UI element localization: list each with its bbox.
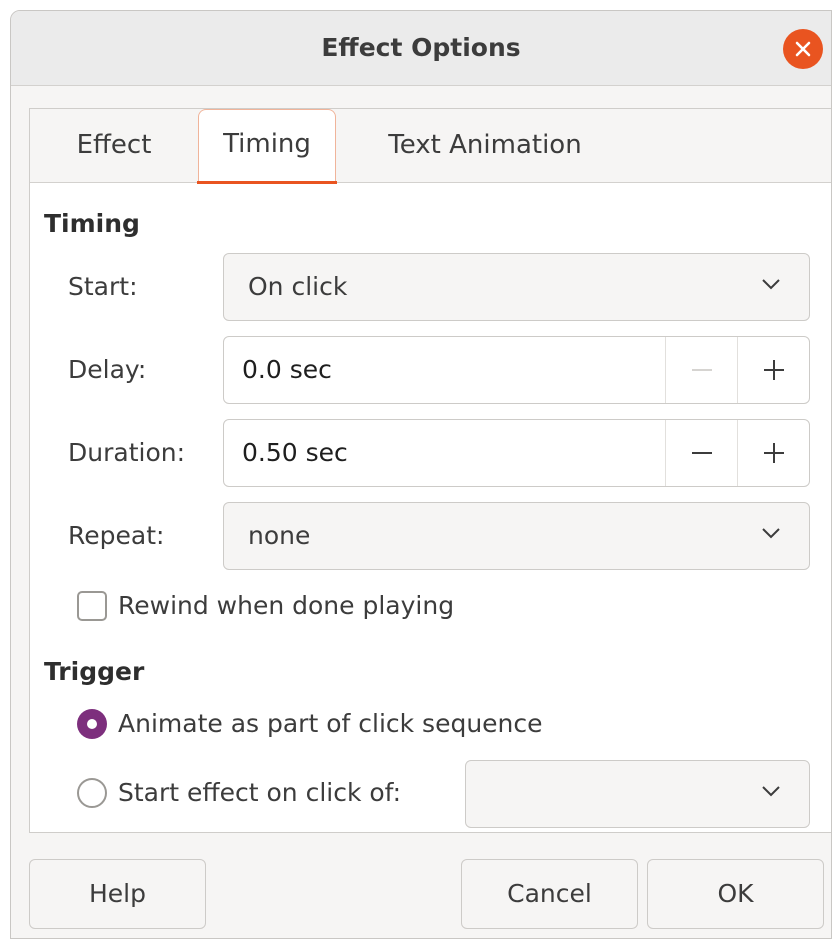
start-dropdown[interactable]: On click — [223, 253, 810, 321]
delay-label: Delay: — [68, 355, 147, 384]
repeat-value: none — [248, 521, 311, 550]
chevron-down-icon — [762, 528, 780, 539]
animate-sequence-label[interactable]: Animate as part of click sequence — [118, 709, 543, 738]
duration-spinner[interactable]: 0.50 sec — [223, 419, 810, 487]
delay-increment-button[interactable] — [737, 337, 809, 403]
cancel-button[interactable]: Cancel — [461, 859, 638, 929]
tab-bar: Effect Timing Text Animation — [30, 109, 831, 184]
repeat-label: Repeat: — [68, 521, 165, 550]
start-value: On click — [248, 272, 348, 301]
plus-icon — [764, 443, 784, 463]
plus-icon — [764, 360, 784, 380]
minus-icon — [692, 369, 712, 371]
delay-value[interactable]: 0.0 sec — [242, 337, 332, 403]
delay-decrement-button[interactable] — [665, 337, 737, 403]
start-on-click-label[interactable]: Start effect on click of: — [118, 778, 401, 807]
minus-icon — [692, 452, 712, 454]
trigger-heading: Trigger — [44, 657, 145, 686]
delay-spinner[interactable]: 0.0 sec — [223, 336, 810, 404]
animate-sequence-radio[interactable] — [77, 709, 107, 739]
close-icon — [795, 41, 811, 57]
duration-value[interactable]: 0.50 sec — [242, 420, 348, 486]
repeat-dropdown[interactable]: none — [223, 502, 810, 570]
tab-effect[interactable]: Effect — [54, 109, 174, 183]
chevron-down-icon — [762, 279, 780, 290]
tab-timing[interactable]: Timing — [197, 109, 337, 184]
duration-decrement-button[interactable] — [665, 420, 737, 486]
title-bar: Effect Options — [11, 11, 831, 86]
help-button[interactable]: Help — [29, 859, 206, 929]
tab-text-animation[interactable]: Text Animation — [380, 109, 590, 183]
rewind-checkbox[interactable] — [77, 591, 107, 621]
timing-heading: Timing — [44, 209, 140, 238]
ok-button[interactable]: OK — [647, 859, 824, 929]
duration-increment-button[interactable] — [737, 420, 809, 486]
chevron-down-icon — [762, 786, 780, 797]
effect-options-dialog: Effect Options Effect Timing Text Animat… — [10, 10, 832, 939]
rewind-label[interactable]: Rewind when done playing — [118, 591, 454, 620]
trigger-shape-dropdown[interactable] — [465, 760, 810, 828]
close-button[interactable] — [783, 29, 823, 69]
tab-panel: Effect Timing Text Animation Timing Star… — [29, 108, 831, 833]
duration-label: Duration: — [68, 438, 186, 467]
start-label: Start: — [68, 272, 138, 301]
dialog-title: Effect Options — [321, 33, 521, 62]
start-on-click-radio[interactable] — [77, 778, 107, 808]
